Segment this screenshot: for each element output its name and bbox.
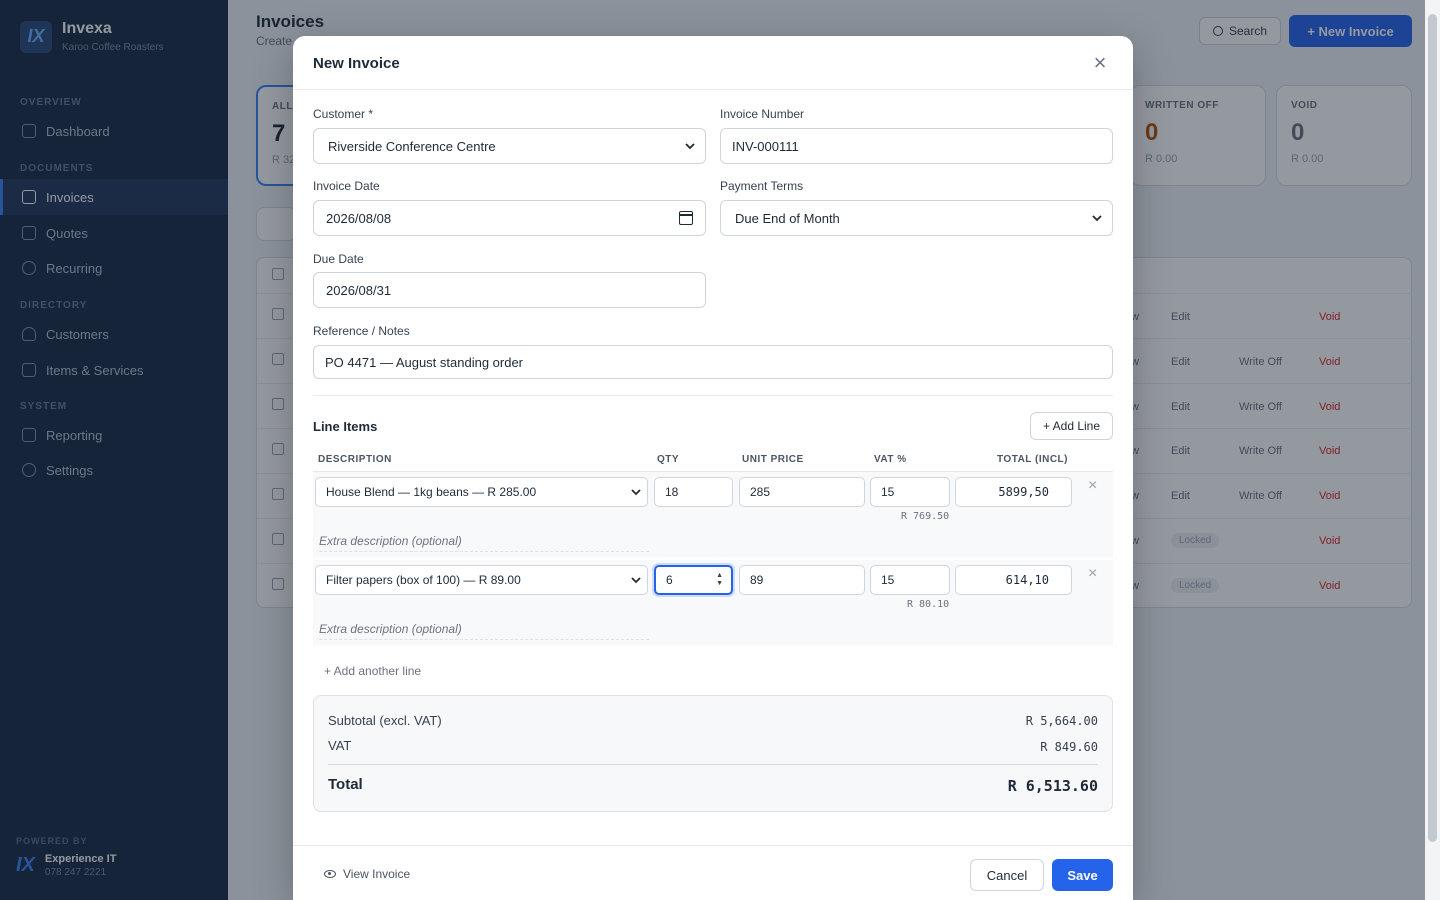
scrollbar-thumb[interactable] xyxy=(1428,14,1437,842)
due-date-input[interactable]: 2026/08/31 xyxy=(313,272,706,308)
page-scrollbar[interactable] xyxy=(1425,0,1440,900)
remove-line-icon[interactable]: × xyxy=(1088,565,1097,583)
line-vat-amount: R 769.50 xyxy=(901,511,950,522)
invoice-number-value: INV-000111 xyxy=(732,138,799,154)
total-value: R 6,513.60 xyxy=(1007,777,1098,795)
chevron-down-icon xyxy=(631,577,641,584)
due-date-label: Due Date xyxy=(313,252,364,266)
col-description: DESCRIPTION xyxy=(318,454,392,465)
payment-terms-select[interactable]: Due End of Month xyxy=(720,200,1113,236)
add-another-line-link[interactable]: + Add another line xyxy=(324,664,421,678)
reference-input[interactable]: PO 4471 — August standing order xyxy=(313,345,1113,379)
line-item-qty-input[interactable]: 6 ▲ ▼ xyxy=(654,565,733,595)
line-item-unit-price-input[interactable]: 89 xyxy=(739,565,865,595)
chevron-down-icon xyxy=(631,489,641,496)
unit-price-value: 89 xyxy=(750,573,764,587)
vat-value: 15 xyxy=(881,485,895,499)
vat-value: 15 xyxy=(881,573,895,587)
save-button[interactable]: Save xyxy=(1052,859,1113,891)
qty-value: 6 xyxy=(666,573,673,587)
line-items-title: Line Items xyxy=(313,419,378,434)
eye-icon xyxy=(324,870,336,878)
col-qty: QTY xyxy=(657,454,680,465)
subtotal-label: Subtotal (excl. VAT) xyxy=(328,713,442,728)
line-item-product-select[interactable]: House Blend — 1kg beans — R 285.00 xyxy=(315,477,648,507)
totals-divider xyxy=(328,764,1098,765)
col-unit-price: UNIT PRICE xyxy=(742,454,804,465)
chevron-down-icon xyxy=(685,143,695,150)
due-date-value: 2026/08/31 xyxy=(326,282,392,298)
invoice-date-input[interactable]: 2026/08/08 xyxy=(313,200,706,236)
close-icon[interactable]: × xyxy=(1090,52,1110,74)
view-invoice-label: View Invoice xyxy=(343,867,411,881)
modal-title: New Invoice xyxy=(313,55,400,72)
col-vat: VAT % xyxy=(874,454,907,465)
total-label: Total xyxy=(328,776,363,793)
customer-select[interactable]: Riverside Conference Centre xyxy=(313,128,706,164)
col-total: TOTAL (INCL) xyxy=(997,454,1068,465)
line-vat-amount: R 80.10 xyxy=(907,599,950,610)
line-extra-description[interactable]: Extra description (optional) xyxy=(319,534,649,552)
remove-line-icon[interactable]: × xyxy=(1088,477,1097,495)
invoice-date-value: 2026/08/08 xyxy=(326,210,392,226)
line-total-value: 5899,50 xyxy=(998,485,1049,499)
line-item-vat-input[interactable]: 15 xyxy=(870,477,950,507)
line-item-total-input: 5899,50 xyxy=(955,477,1072,507)
chevron-down-icon xyxy=(1092,215,1102,222)
qty-value: 18 xyxy=(665,485,679,499)
new-invoice-modal: New Invoice × Customer * Riverside Confe… xyxy=(293,36,1133,900)
payment-terms-value: Due End of Month xyxy=(735,210,840,226)
totals-panel: Subtotal (excl. VAT) R 5,664.00 VAT R 84… xyxy=(313,695,1113,812)
subtotal-value: R 5,664.00 xyxy=(1025,714,1098,728)
line-total-value: 614,10 xyxy=(1005,573,1049,587)
line-item-vat-input[interactable]: 15 xyxy=(870,565,950,595)
header-divider xyxy=(293,89,1133,90)
line-item-unit-price-input[interactable]: 285 xyxy=(739,477,865,507)
customer-label: Customer * xyxy=(313,107,374,121)
vat-total-value: R 849.60 xyxy=(1040,740,1098,754)
cancel-button[interactable]: Cancel xyxy=(970,859,1044,891)
invoice-number-input[interactable]: INV-000111 xyxy=(720,128,1113,164)
line-item-qty-input[interactable]: 18 xyxy=(654,477,733,507)
line-item-total-input: 614,10 xyxy=(955,565,1072,595)
stepper-arrows-icon[interactable]: ▲ ▼ xyxy=(716,572,723,588)
vat-label: VAT xyxy=(328,738,352,753)
line-item-product-select[interactable]: Filter papers (box of 100) — R 89.00 xyxy=(315,565,648,595)
view-invoice-link[interactable]: View Invoice xyxy=(324,867,410,881)
unit-price-value: 285 xyxy=(750,485,771,499)
reference-label: Reference / Notes xyxy=(313,324,410,338)
footer-divider xyxy=(293,845,1133,846)
customer-value: Riverside Conference Centre xyxy=(328,138,496,154)
calendar-icon[interactable] xyxy=(679,211,693,225)
line-item-product-value: Filter papers (box of 100) — R 89.00 xyxy=(326,573,521,587)
invoice-number-label: Invoice Number xyxy=(720,107,805,121)
line-extra-description[interactable]: Extra description (optional) xyxy=(319,622,649,640)
add-line-button[interactable]: + Add Line xyxy=(1030,412,1113,440)
reference-value: PO 4471 — August standing order xyxy=(325,354,524,370)
section-divider xyxy=(313,395,1113,396)
invoice-date-label: Invoice Date xyxy=(313,179,380,193)
line-item-product-value: House Blend — 1kg beans — R 285.00 xyxy=(326,485,537,499)
payment-terms-label: Payment Terms xyxy=(720,179,804,193)
